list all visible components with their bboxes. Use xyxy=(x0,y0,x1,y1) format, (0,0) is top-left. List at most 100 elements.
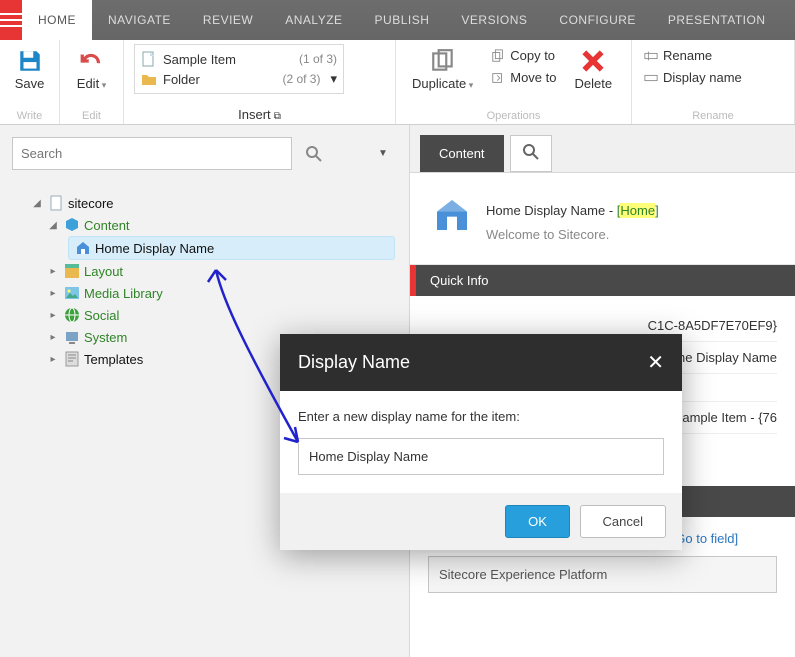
tag-icon xyxy=(644,71,658,85)
document-icon xyxy=(48,195,64,211)
section-quick-info[interactable]: Quick Info xyxy=(410,265,795,296)
popout-icon[interactable]: ⧉ xyxy=(274,111,281,122)
edit-button[interactable]: Edit ▾ xyxy=(71,44,112,95)
item-subtitle: Welcome to Sitecore. xyxy=(486,227,659,242)
cube-icon xyxy=(64,217,80,233)
dialog-title: Display Name xyxy=(298,352,410,373)
system-icon xyxy=(64,329,80,345)
search-button[interactable] xyxy=(300,140,328,168)
tab-analyze[interactable]: ANALYZE xyxy=(269,0,358,40)
tree-node-content[interactable]: ◢ Content xyxy=(46,214,395,236)
rename-button[interactable]: Rename xyxy=(642,46,744,65)
tree-node-sitecore[interactable]: ◢ sitecore xyxy=(30,192,395,214)
expand-icon[interactable]: ▸ xyxy=(46,332,60,343)
dropdown-caret-icon: ▾ xyxy=(99,80,106,90)
tree-label: Home Display Name xyxy=(95,241,214,256)
item-title: Home Display Name - [Home] xyxy=(486,195,659,221)
editor-tabs: Content xyxy=(410,125,795,173)
group-insert: Insert ⧉ xyxy=(134,105,385,124)
collapse-icon[interactable]: ◢ xyxy=(46,220,60,231)
tab-search[interactable] xyxy=(510,135,552,172)
undo-arrow-icon xyxy=(79,48,105,74)
tab-content[interactable]: Content xyxy=(420,135,504,172)
insert-list: Sample Item (1 of 3) Folder (2 of 3) ▾ xyxy=(134,44,344,94)
tree-node-media[interactable]: ▸ Media Library xyxy=(46,282,395,304)
insert-sample-label: Sample Item xyxy=(163,52,236,67)
tab-presentation[interactable]: PRESENTATION xyxy=(652,0,782,40)
delete-x-icon xyxy=(580,48,606,74)
display-name-button[interactable]: Display name xyxy=(642,68,744,87)
image-icon xyxy=(64,285,80,301)
copy-to-button[interactable]: Copy to xyxy=(489,46,558,65)
tree-node-social[interactable]: ▸ Social xyxy=(46,304,395,326)
dialog-header: Display Name ✕ xyxy=(280,334,682,391)
cancel-button[interactable]: Cancel xyxy=(580,505,666,538)
hamburger-menu[interactable] xyxy=(0,0,22,40)
duplicate-button[interactable]: Duplicate ▾ xyxy=(406,44,479,95)
save-icon xyxy=(17,48,43,74)
duplicate-icon xyxy=(430,48,456,74)
tab-versions[interactable]: VERSIONS xyxy=(445,0,543,40)
copy-to-label: Copy to xyxy=(510,48,555,63)
search-icon xyxy=(306,146,322,162)
rename-label: Rename xyxy=(663,48,712,63)
save-label: Save xyxy=(15,76,45,91)
display-name-dialog: Display Name ✕ Enter a new display name … xyxy=(280,334,682,550)
tree-label: Social xyxy=(84,308,119,323)
tree-label: Media Library xyxy=(84,286,163,301)
display-name-label: Display name xyxy=(663,70,742,85)
insert-sample-item[interactable]: Sample Item (1 of 3) xyxy=(141,49,337,69)
insert-sample-count: (1 of 3) xyxy=(299,52,337,66)
tab-security[interactable]: SECURITY xyxy=(782,0,795,40)
insert-folder[interactable]: Folder (2 of 3) ▾ xyxy=(141,69,337,89)
tab-home[interactable]: HOME xyxy=(22,0,92,40)
tree-label: System xyxy=(84,330,127,345)
expand-icon[interactable]: ▸ xyxy=(46,310,60,321)
ok-button[interactable]: OK xyxy=(505,505,570,538)
group-rename: Rename xyxy=(642,108,784,124)
insert-folder-count: (2 of 3) xyxy=(282,72,320,86)
display-name-input[interactable] xyxy=(298,438,664,475)
dialog-prompt: Enter a new display name for the item: xyxy=(298,409,664,424)
group-operations: Operations xyxy=(406,108,621,124)
tree-label: sitecore xyxy=(68,196,114,211)
home-icon xyxy=(75,240,91,256)
move-to-button[interactable]: Move to xyxy=(489,68,558,87)
search-options-dropdown[interactable]: ▼ xyxy=(369,140,397,168)
duplicate-label: Duplicate xyxy=(412,76,466,91)
expand-icon[interactable]: ▸ xyxy=(46,354,60,365)
search-field[interactable] xyxy=(12,137,292,170)
move-to-label: Move to xyxy=(510,70,556,85)
globe-icon xyxy=(64,307,80,323)
tab-review[interactable]: REVIEW xyxy=(187,0,269,40)
main-menu-bar: HOME NAVIGATE REVIEW ANALYZE PUBLISH VER… xyxy=(0,0,795,40)
edit-label: Edit xyxy=(77,76,99,91)
insert-folder-label: Folder xyxy=(163,72,200,87)
expand-icon[interactable]: ▸ xyxy=(46,288,60,299)
tree-label: Templates xyxy=(84,352,143,367)
caret-down-icon: ▼ xyxy=(378,148,388,159)
dropdown-caret-icon[interactable]: ▾ xyxy=(330,71,337,87)
group-write: Write xyxy=(10,108,49,124)
tree-label: Content xyxy=(84,218,130,233)
collapse-icon[interactable]: ◢ xyxy=(30,198,44,209)
folder-icon xyxy=(141,71,157,87)
template-icon xyxy=(64,351,80,367)
tree-node-home[interactable]: Home Display Name xyxy=(68,236,395,260)
home-icon xyxy=(432,195,472,235)
delete-button[interactable]: Delete xyxy=(568,44,618,95)
group-edit: Edit xyxy=(70,108,113,124)
tree-label: Layout xyxy=(84,264,123,279)
tree-node-layout[interactable]: ▸ Layout xyxy=(46,260,395,282)
save-button[interactable]: Save xyxy=(9,44,51,95)
search-input[interactable] xyxy=(13,138,291,169)
rename-icon xyxy=(644,49,658,63)
tab-publish[interactable]: PUBLISH xyxy=(359,0,446,40)
search-icon xyxy=(523,144,539,160)
tab-configure[interactable]: CONFIGURE xyxy=(543,0,652,40)
tab-navigate[interactable]: NAVIGATE xyxy=(92,0,187,40)
close-icon[interactable]: ✕ xyxy=(647,350,664,375)
expand-icon[interactable]: ▸ xyxy=(46,266,60,277)
ribbon-toolbar: Save Write Edit ▾ Edit Sample Item (1 of… xyxy=(0,40,795,125)
title-field-input[interactable]: Sitecore Experience Platform xyxy=(428,556,777,593)
